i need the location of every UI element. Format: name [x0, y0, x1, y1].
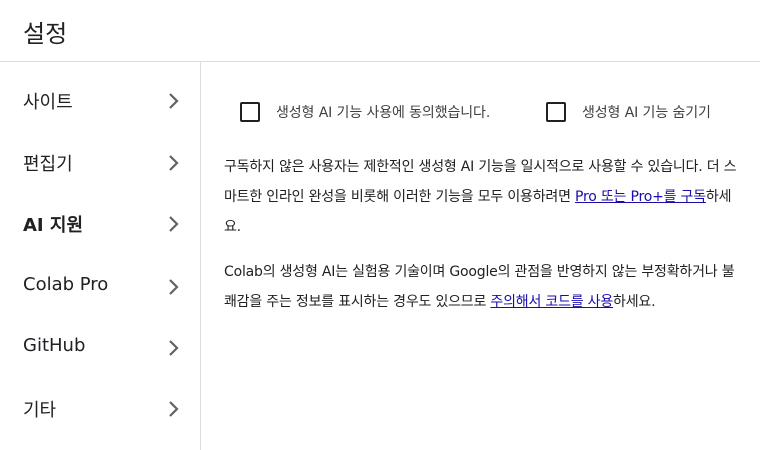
use-code-carefully-link[interactable]: 주의해서 코드를 사용	[490, 294, 613, 310]
hide-ai-checkbox-row[interactable]: 생성형 AI 기능 숨기기	[546, 100, 746, 124]
sidebar-item-misc[interactable]: 기타	[0, 389, 200, 429]
consent-checkbox[interactable]	[240, 102, 260, 122]
sidebar-item-colab-pro[interactable]: Colab Pro	[0, 267, 200, 307]
sidebar-item-label: Colab Pro	[23, 274, 109, 295]
chevron-right-icon	[169, 401, 179, 417]
ai-disclaimer-suffix: 하세요.	[613, 294, 656, 310]
sidebar-item-editor[interactable]: 편집기	[0, 143, 200, 183]
page-title: 설정	[23, 20, 68, 48]
sidebar-item-site[interactable]: 사이트	[0, 81, 200, 121]
hide-ai-checkbox-label[interactable]: 생성형 AI 기능 숨기기	[582, 102, 711, 122]
chevron-right-icon	[169, 279, 179, 295]
sidebar-item-label: GitHub	[23, 335, 86, 356]
consent-checkbox-row[interactable]: 생성형 AI 기능 사용에 동의했습니다.	[240, 100, 540, 124]
sidebar-item-label: 편집기	[23, 154, 73, 175]
sidebar-item-label: 기타	[23, 400, 57, 421]
hide-ai-checkbox[interactable]	[546, 102, 566, 122]
ai-disclaimer-body: Colab의 생성형 AI는 실험용 기술이며 Google의 관점을 반영하지…	[224, 264, 735, 310]
settings-header: 설정	[0, 0, 760, 62]
consent-checkbox-label[interactable]: 생성형 AI 기능 사용에 동의했습니다.	[276, 102, 490, 122]
subscribe-pro-link[interactable]: Pro 또는 Pro+를 구독	[575, 189, 706, 205]
chevron-right-icon	[169, 93, 179, 109]
sidebar-item-label: AI 지원	[23, 215, 84, 236]
ai-assist-panel: 생성형 AI 기능 사용에 동의했습니다. 생성형 AI 기능 숨기기 구독하지…	[202, 62, 760, 450]
settings-sidebar: 사이트 편집기 AI 지원 Colab Pro GitHub 기타	[0, 62, 201, 450]
subscription-info-text: 구독하지 않은 사용자는 제한적인 생성형 AI 기능을 일시적으로 사용할 수…	[224, 152, 744, 242]
sidebar-item-github[interactable]: GitHub	[0, 328, 200, 368]
chevron-right-icon	[169, 216, 179, 232]
ai-disclaimer-text: Colab의 생성형 AI는 실험용 기술이며 Google의 관점을 반영하지…	[224, 257, 744, 317]
sidebar-item-ai-assist[interactable]: AI 지원	[0, 204, 200, 244]
sidebar-item-label: 사이트	[23, 92, 73, 113]
chevron-right-icon	[169, 155, 179, 171]
chevron-right-icon	[169, 340, 179, 356]
